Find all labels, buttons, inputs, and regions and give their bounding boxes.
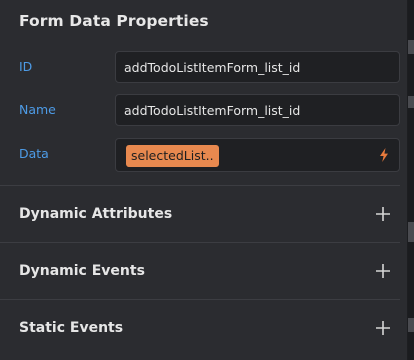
edge-fragment [408,222,414,242]
adjacent-panel-edge [408,0,414,360]
property-row-id: ID [0,51,408,83]
id-input[interactable] [124,52,394,82]
data-label: Data [19,146,49,161]
form-data-properties-panel: Form Data Properties ID Name Data select… [0,0,408,360]
section-title: Dynamic Attributes [19,206,173,222]
panel-title: Form Data Properties [19,12,209,30]
plus-icon[interactable] [376,207,390,221]
name-field-container [115,94,400,126]
id-label: ID [19,59,33,74]
section-dynamic-attributes[interactable]: Dynamic Attributes [0,186,400,242]
data-binding-chip[interactable]: selectedList.. [126,145,219,167]
data-binding-field[interactable]: selectedList.. [115,138,400,172]
edge-fragment [408,318,414,332]
property-row-data: Data selectedList.. [0,138,408,172]
name-label: Name [19,102,56,117]
id-field-container [115,51,400,83]
name-input[interactable] [124,95,394,125]
plus-icon[interactable] [376,264,390,278]
section-static-events[interactable]: Static Events [0,300,400,356]
section-title: Static Events [19,320,124,336]
section-title: Dynamic Events [19,263,145,279]
edge-fragment [408,96,414,108]
plus-icon[interactable] [376,321,390,335]
lightning-bolt-icon[interactable] [379,148,389,162]
property-row-name: Name [0,94,408,126]
section-dynamic-events[interactable]: Dynamic Events [0,243,400,299]
edge-fragment [408,40,414,54]
